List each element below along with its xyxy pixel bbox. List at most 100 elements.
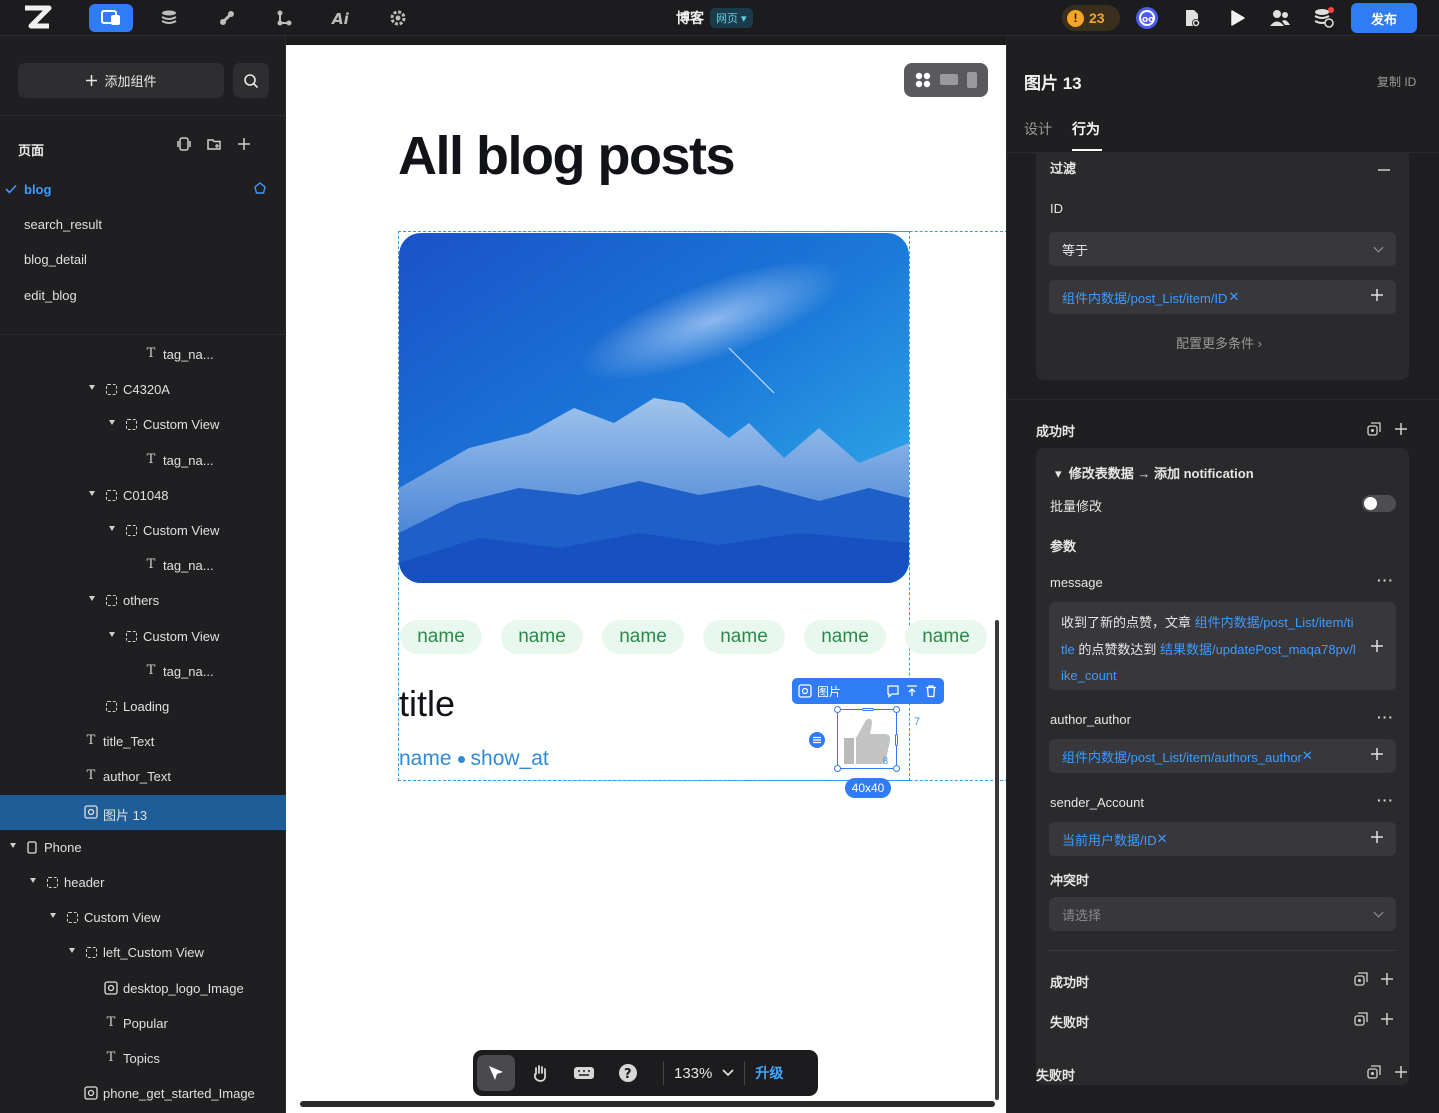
filter-value-ref[interactable]: 组件内数据/post_List/item/ID: [1062, 288, 1227, 307]
tree-item-others[interactable]: others: [0, 583, 286, 618]
more-options-icon[interactable]: ···: [1377, 709, 1394, 725]
design-canvas[interactable]: All blog posts name name name name name …: [286, 45, 1006, 1113]
copy-action-icon[interactable]: [1354, 1012, 1368, 1026]
move-up-icon[interactable]: [905, 684, 919, 698]
tree-item-custom-view[interactable]: Custom View: [0, 619, 286, 654]
zoom-dropdown[interactable]: 133%: [674, 1065, 734, 1082]
expand-caret-icon[interactable]: [109, 526, 115, 531]
tag-pill[interactable]: name: [400, 620, 482, 654]
resize-handle[interactable]: [862, 708, 874, 711]
delete-icon[interactable]: [924, 684, 938, 698]
tree-item-custom-view[interactable]: Custom View: [0, 513, 286, 548]
workflow-icon[interactable]: [262, 4, 306, 32]
copy-action-icon[interactable]: [1367, 422, 1381, 436]
expand-caret-icon[interactable]: [109, 420, 115, 425]
resize-handle[interactable]: [893, 765, 900, 772]
sender-param-field[interactable]: 当前用户数据/ID ✕: [1049, 822, 1396, 856]
filter-value-field[interactable]: 组件内数据/post_List/item/ID ✕: [1049, 280, 1396, 314]
expand-caret-icon[interactable]: [30, 878, 36, 883]
tree-item-13[interactable]: 图片 13: [0, 795, 286, 830]
project-switcher[interactable]: 博客 网页 ▾: [676, 8, 753, 28]
tag-pill[interactable]: name: [804, 620, 886, 654]
resize-handle[interactable]: [834, 706, 841, 713]
page-item-edit-blog[interactable]: edit_blog: [24, 288, 77, 303]
add-action-icon[interactable]: [1394, 422, 1408, 436]
author-param-field[interactable]: 组件内数据/post_List/item/authors_author ✕: [1049, 739, 1396, 773]
plus-icon[interactable]: [1370, 830, 1384, 844]
post-cover-image[interactable]: [399, 233, 909, 583]
expand-caret-icon[interactable]: [89, 596, 95, 601]
data-status-icon[interactable]: [1312, 6, 1336, 30]
tree-item-desktop-logo-image[interactable]: desktop_logo_Image: [0, 971, 286, 1006]
horizontal-scrollbar[interactable]: [300, 1101, 995, 1107]
expand-caret-icon[interactable]: [109, 632, 115, 637]
image-component-toolbar[interactable]: 图片: [792, 678, 944, 704]
desktop-view-icon[interactable]: [939, 72, 959, 88]
tree-item-loading[interactable]: Loading: [0, 689, 286, 724]
tree-item-author-text[interactable]: Tauthor_Text: [0, 759, 286, 794]
resize-handle[interactable]: [895, 734, 898, 746]
add-folder-icon[interactable]: [206, 136, 222, 152]
remove-ref-icon[interactable]: ✕: [1302, 748, 1313, 764]
tree-item-phone-get-started-image[interactable]: phone_get_started_Image: [0, 1076, 286, 1111]
tree-item-left-custom-view[interactable]: left_Custom View: [0, 935, 286, 970]
action-title[interactable]: ▾ 修改表数据 → 添加 notification: [1055, 463, 1254, 482]
tree-item-c4320a[interactable]: C4320A: [0, 372, 286, 407]
tree-item-custom-view[interactable]: Custom View: [0, 407, 286, 442]
expand-caret-icon[interactable]: [89, 491, 95, 496]
expand-caret-icon[interactable]: [69, 948, 75, 953]
add-action-icon[interactable]: [1380, 1012, 1394, 1026]
page-heading[interactable]: All blog posts: [398, 125, 736, 187]
plus-icon[interactable]: [1370, 747, 1384, 761]
collapse-minus-icon[interactable]: [1377, 163, 1391, 177]
grid-view-icon[interactable]: [914, 71, 932, 89]
tag-pill[interactable]: name: [905, 620, 987, 654]
resize-handle[interactable]: [834, 765, 841, 772]
tag-pill[interactable]: name: [602, 620, 684, 654]
post-title-text[interactable]: title: [399, 683, 455, 725]
batch-modify-toggle[interactable]: [1362, 495, 1396, 512]
settings-gear-icon[interactable]: [376, 4, 420, 32]
add-action-icon[interactable]: [1394, 1065, 1408, 1079]
page-settings-icon[interactable]: [1180, 6, 1204, 30]
show-at-text[interactable]: show_at: [471, 747, 549, 771]
tree-item-title-text[interactable]: Ttitle_Text: [0, 724, 286, 759]
project-type-badge[interactable]: 网页 ▾: [710, 8, 753, 28]
team-members-icon[interactable]: [1268, 6, 1292, 30]
home-page-icon[interactable]: [253, 181, 267, 195]
align-handle-icon[interactable]: [808, 731, 826, 749]
tree-item-custom-view[interactable]: Custom View: [0, 900, 286, 935]
warnings-badge[interactable]: ! 23: [1062, 5, 1120, 31]
tree-item-topics[interactable]: T Topics: [0, 1041, 286, 1076]
search-button[interactable]: [233, 63, 269, 98]
vertical-scrollbar[interactable]: [995, 620, 999, 1100]
expand-caret-icon[interactable]: [50, 913, 56, 918]
more-conditions-link[interactable]: 配置更多条件 ›: [1176, 333, 1262, 352]
add-action-icon[interactable]: [1380, 972, 1394, 986]
page-item-blog[interactable]: blog: [24, 182, 51, 197]
tag-pill[interactable]: name: [703, 620, 785, 654]
mobile-view-icon[interactable]: [966, 71, 978, 89]
tree-item-phone[interactable]: Phone: [0, 830, 286, 865]
message-param-field[interactable]: 收到了新的点赞，文章 组件内数据/post_List/item/title 的点…: [1049, 602, 1396, 690]
page-item-blog-detail[interactable]: blog_detail: [24, 252, 87, 267]
select-tool-button[interactable]: [477, 1055, 515, 1091]
tab-behavior[interactable]: 行为: [1072, 119, 1100, 139]
upgrade-link[interactable]: 升级: [755, 1063, 783, 1083]
tree-item-tag-na[interactable]: Ttag_na...: [0, 654, 286, 689]
tree-item-tag-na[interactable]: Ttag_na...: [0, 337, 286, 372]
resize-handle[interactable]: [893, 706, 900, 713]
author-ref[interactable]: 组件内数据/post_List/item/authors_author: [1062, 747, 1302, 766]
preview-play-icon[interactable]: [1225, 6, 1249, 30]
help-button[interactable]: ?: [609, 1055, 647, 1091]
conflict-select[interactable]: 请选择: [1049, 897, 1396, 931]
copy-action-icon[interactable]: [1354, 972, 1368, 986]
add-page-icon[interactable]: [236, 136, 252, 152]
like-image-selection[interactable]: 8: [834, 706, 900, 772]
tree-item-c01048[interactable]: C01048: [0, 478, 286, 513]
post-meta[interactable]: name show_at: [399, 747, 549, 771]
collaboration-icon[interactable]: oo: [1135, 6, 1159, 30]
page-item-search-result[interactable]: search_result: [24, 217, 102, 232]
plus-icon[interactable]: [1370, 639, 1384, 653]
ai-icon[interactable]: Ai: [320, 4, 364, 32]
